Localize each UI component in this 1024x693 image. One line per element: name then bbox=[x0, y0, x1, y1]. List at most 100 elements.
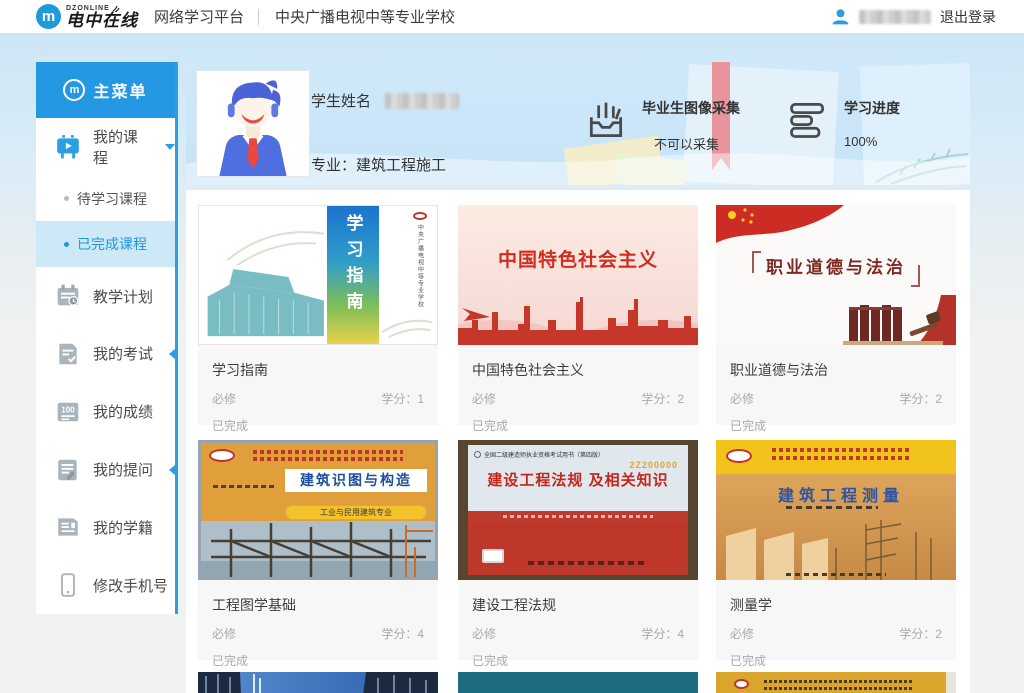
student-name-label: 学生姓名 bbox=[311, 90, 371, 111]
bracket-icon bbox=[752, 251, 761, 273]
course-card-construction-law[interactable]: 全国二级建造师执业资格考试用书（第四版） 2Z200000 建设工程法规 及相关… bbox=[458, 440, 698, 660]
sidebar-item-teaching-plan[interactable]: 教学计划 bbox=[36, 267, 175, 325]
sidebar-item-change-phone[interactable]: 修改手机号 bbox=[36, 556, 175, 614]
course-cover: 学习指南 中央广播电视中等专业学校 bbox=[198, 205, 438, 345]
course-credit: 学分：1 bbox=[381, 390, 424, 407]
question-icon bbox=[55, 457, 81, 483]
course-status: 已完成 bbox=[730, 652, 942, 669]
course-card-study-guide[interactable]: 学习指南 中央广播电视中等专业学校 学习指南 必修 学分：1 已完成 bbox=[198, 205, 438, 425]
sidebar-item-label: 我的课程 bbox=[93, 126, 151, 168]
sidebar: m 主菜单 我的课程 待学习课程 已完成课程 bbox=[36, 62, 178, 614]
course-status: 已完成 bbox=[212, 652, 424, 669]
sidebar-item-student-record[interactable]: 我的学籍 bbox=[36, 498, 175, 556]
cover-title-band: 学习指南 bbox=[327, 206, 379, 345]
course-title: 学习指南 bbox=[212, 360, 424, 380]
sidebar-item-my-courses[interactable]: 我的课程 bbox=[36, 118, 175, 176]
photo-collect-icon bbox=[584, 98, 628, 142]
username-redacted bbox=[859, 10, 931, 24]
course-cover: 建筑识图与构造 工业与民用建筑专业 bbox=[198, 440, 438, 580]
student-name-row: 学生姓名 bbox=[311, 90, 459, 111]
brand-logo[interactable]: m DZONLINE 电中在线 bbox=[36, 4, 138, 29]
sidebar-item-label: 我的考试 bbox=[93, 343, 153, 364]
progress-label: 学习进度 bbox=[844, 98, 900, 118]
course-type: 必修 bbox=[730, 390, 754, 407]
course-card-partial[interactable] bbox=[198, 672, 438, 693]
cover-flag bbox=[716, 205, 846, 251]
logout-button[interactable]: 退出登录 bbox=[940, 7, 996, 27]
cover-subtitle: 工业与民用建筑专业 bbox=[285, 505, 427, 520]
cover-publisher-line bbox=[528, 561, 648, 565]
course-cover bbox=[458, 672, 698, 693]
publisher-logo-icon bbox=[726, 449, 752, 463]
cover-author-line bbox=[213, 485, 275, 488]
course-cover bbox=[716, 672, 956, 693]
sidebar-item-label: 我的成绩 bbox=[93, 401, 153, 422]
sidebar-item-label: 教学计划 bbox=[93, 286, 153, 307]
study-progress: 学习进度 100% bbox=[786, 98, 900, 149]
student-major: 专业：建筑工程施工 bbox=[311, 154, 446, 175]
record-card-icon bbox=[55, 514, 81, 540]
cover-skyline bbox=[458, 290, 698, 345]
course-grid: 学习指南 中央广播电视中等专业学校 学习指南 必修 学分：1 已完成 中国特色社… bbox=[186, 190, 970, 693]
cover-fine-print bbox=[772, 448, 912, 464]
cover-publisher-strip: 中央广播电视中等专业学校 bbox=[413, 212, 427, 308]
course-card-surveying[interactable]: 建筑工程测量 测量学 必修 bbox=[716, 440, 956, 660]
course-cover: 全国二级建造师执业资格考试用书（第四版） 2Z200000 建设工程法规 及相关… bbox=[458, 440, 698, 580]
course-credit: 学分：2 bbox=[899, 625, 942, 642]
topbar-divider bbox=[258, 9, 259, 25]
cover-title: 职业道德与法治 bbox=[766, 258, 906, 277]
course-cover: 中国特色社会主义 bbox=[458, 205, 698, 345]
cover-author-line bbox=[786, 506, 878, 509]
course-status: 已完成 bbox=[730, 417, 942, 434]
sidebar-item-label: 我的学籍 bbox=[93, 517, 153, 538]
course-status: 已完成 bbox=[472, 417, 684, 434]
chevron-left-icon bbox=[169, 465, 175, 475]
student-banner: 学生姓名 专业：建筑工程施工 毕业生图像采集 不可以采集 bbox=[186, 62, 970, 185]
platform-label: 网络学习平台 bbox=[154, 6, 244, 27]
course-card-partial[interactable] bbox=[716, 672, 956, 693]
cover-book: 建筑识图与构造 工业与民用建筑专业 bbox=[201, 443, 435, 577]
svg-text:100: 100 bbox=[61, 405, 75, 414]
course-card-engineering-drawing[interactable]: 建筑识图与构造 工业与民用建筑专业 bbox=[198, 440, 438, 660]
course-credit: 学分：2 bbox=[641, 390, 684, 407]
cover-book: 全国二级建造师执业资格考试用书（第四版） 2Z200000 建设工程法规 及相关… bbox=[468, 445, 688, 575]
topbar: m DZONLINE 电中在线 网络学习平台 中央广播电视中等专业学校 退出登录 bbox=[0, 0, 1024, 33]
progress-list-icon bbox=[786, 98, 830, 142]
page: m DZONLINE 电中在线 网络学习平台 中央广播电视中等专业学校 退出登录 bbox=[0, 0, 1024, 693]
score-icon: 100 bbox=[55, 399, 81, 425]
publisher-logo-icon bbox=[413, 212, 427, 220]
sidebar-item-label: 已完成课程 bbox=[77, 234, 147, 254]
cover-photo bbox=[198, 672, 438, 693]
user-menu[interactable]: 退出登录 bbox=[831, 7, 996, 27]
sidebar-item-completed-courses[interactable]: 已完成课程 bbox=[36, 221, 175, 267]
student-name-redacted bbox=[385, 93, 459, 109]
sidebar-item-label: 修改手机号 bbox=[93, 575, 168, 596]
cover-fine-print bbox=[253, 450, 403, 464]
sidebar-logo-icon: m bbox=[63, 79, 85, 101]
cover-series-text: 全国二级建造师执业资格考试用书（第四版） bbox=[484, 450, 604, 459]
cover-books-gavel bbox=[821, 295, 956, 345]
course-type: 必修 bbox=[472, 625, 496, 642]
cover-title: 建筑识图与构造 bbox=[285, 469, 427, 492]
publisher-logo-icon bbox=[734, 679, 749, 689]
cover-yellow-band bbox=[716, 440, 956, 474]
brand-title: 电中在线 bbox=[66, 12, 138, 29]
course-credit: 学分：4 bbox=[641, 625, 684, 642]
course-card-ethics-law[interactable]: 职业道德与法治 职业道德与法治 必修 学分：2 bbox=[716, 205, 956, 425]
cover-photo bbox=[201, 521, 435, 577]
cover-fine-print bbox=[764, 680, 914, 693]
bracket-icon bbox=[911, 265, 920, 287]
sidebar-item-pending-courses[interactable]: 待学习课程 bbox=[36, 176, 175, 222]
publisher-logo-icon bbox=[474, 451, 481, 458]
cover-photo bbox=[716, 518, 956, 580]
course-card-partial[interactable] bbox=[458, 672, 698, 693]
bullet-icon bbox=[64, 242, 69, 247]
sidebar-item-my-questions[interactable]: 我的提问 bbox=[36, 441, 175, 499]
user-icon bbox=[831, 7, 850, 26]
cover-title: 建筑工程测量 bbox=[746, 482, 936, 506]
sidebar-item-my-grades[interactable]: 100 我的成绩 bbox=[36, 383, 175, 441]
course-card-socialism[interactable]: 中国特色社会主义 中国特色社会主义 必修 学分：2 已完成 bbox=[458, 205, 698, 425]
publisher-logo-icon bbox=[209, 449, 235, 462]
course-cover: 职业道德与法治 bbox=[716, 205, 956, 345]
sidebar-item-my-exams[interactable]: 我的考试 bbox=[36, 325, 175, 383]
